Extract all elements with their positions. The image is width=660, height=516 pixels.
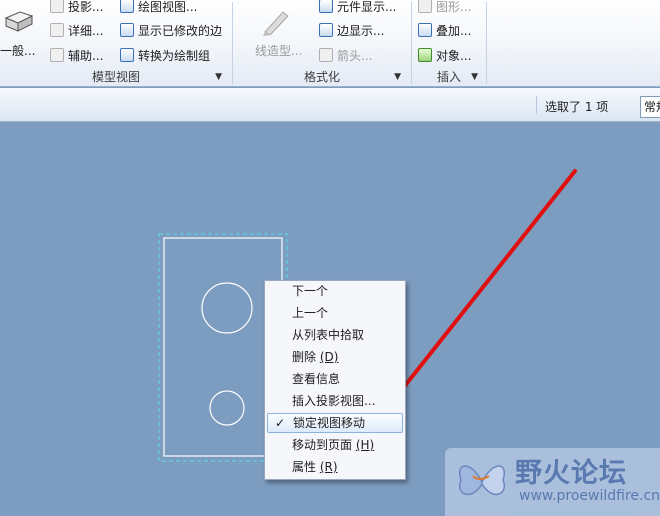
arrows-label: 箭头... bbox=[337, 49, 373, 63]
menu-item-shortcut: (D) bbox=[319, 350, 339, 364]
convert-draw-group-label: 转换为绘制组 bbox=[138, 49, 211, 63]
selection-count: 选取了 1 项 bbox=[545, 100, 609, 114]
edge-display-label: 边显示... bbox=[337, 24, 385, 38]
menu-item-info[interactable]: 查看信息 bbox=[267, 369, 403, 389]
element-display-label: 元件显示... bbox=[337, 0, 397, 14]
hole-circle-small[interactable] bbox=[209, 390, 245, 426]
menu-item-label: 下一个 bbox=[292, 284, 329, 298]
element-display-button[interactable]: 元件显示... bbox=[319, 0, 396, 16]
menu-item-shortcut: (R) bbox=[319, 460, 338, 474]
overlay-label: 叠加... bbox=[436, 24, 472, 38]
drawing-view-button[interactable]: 绘图视图... bbox=[120, 0, 197, 16]
menu-item-label: 锁定视图移动 bbox=[293, 416, 366, 430]
red-arrow-shaft bbox=[390, 169, 577, 404]
object-label: 对象... bbox=[436, 49, 472, 63]
group-model-views: 一般... 投影... 详细... 辅助... 绘图视图... 显示已修改的边 … bbox=[0, 0, 232, 87]
format-footer: 格式化 ▼ bbox=[233, 68, 411, 86]
line-style-icon bbox=[259, 6, 293, 38]
group-divider bbox=[486, 2, 487, 84]
menu-item-next[interactable]: 下一个 bbox=[267, 281, 403, 301]
graphics-button[interactable]: 图形... bbox=[418, 0, 471, 16]
menu-item-move-to-sheet[interactable]: 移动到页面 (H) bbox=[267, 435, 403, 455]
convert-draw-group-icon bbox=[120, 48, 134, 62]
line-style-button[interactable]: 线造型... bbox=[255, 42, 302, 60]
show-modified-edges-icon bbox=[120, 23, 134, 37]
show-modified-edges-label: 显示已修改的边 bbox=[138, 24, 223, 38]
menu-item-label: 属性 bbox=[292, 460, 317, 474]
model-views-footer: 模型视图 ▼ bbox=[0, 68, 232, 86]
detail-icon bbox=[50, 23, 64, 37]
butterfly-logo-icon bbox=[458, 465, 506, 496]
group-format: 线造型... 元件显示... 边显示... 箭头... 格式化 ▼ bbox=[233, 0, 411, 87]
object-button[interactable]: 对象... bbox=[418, 47, 471, 65]
element-display-icon bbox=[319, 0, 333, 13]
graphics-icon bbox=[418, 0, 432, 13]
arrows-button[interactable]: 箭头... bbox=[319, 47, 372, 65]
convert-draw-group-button[interactable]: 转换为绘制组 bbox=[120, 47, 210, 65]
selection-filter-dropdown[interactable]: 常规 bbox=[640, 96, 660, 118]
general-view-icon bbox=[2, 4, 34, 34]
insert-launcher-icon[interactable]: ▼ bbox=[471, 68, 478, 86]
overlay-icon bbox=[418, 23, 432, 37]
forum-watermark: 野火论坛 www.proewildfire.cn bbox=[445, 448, 660, 516]
menu-item-delete[interactable]: 删除 (D) bbox=[267, 347, 403, 367]
status-divider bbox=[536, 96, 537, 114]
object-icon bbox=[418, 48, 432, 62]
insert-footer: 插入 ▼ bbox=[412, 68, 486, 86]
menu-item-properties[interactable]: 属性 (R) bbox=[267, 457, 403, 477]
watermark-title: 野火论坛 bbox=[515, 458, 627, 489]
ribbon: 一般... 投影... 详细... 辅助... 绘图视图... 显示已修改的边 … bbox=[0, 0, 660, 87]
menu-item-pick-from-list[interactable]: 从列表中拾取 bbox=[267, 325, 403, 345]
graphics-label: 图形... bbox=[436, 0, 472, 14]
menu-item-label: 删除 bbox=[292, 350, 317, 364]
drawing-view-icon bbox=[120, 0, 134, 13]
detail-label: 详细... bbox=[68, 24, 104, 38]
format-launcher-icon[interactable]: ▼ bbox=[394, 68, 401, 86]
projection-icon bbox=[50, 0, 64, 13]
menu-item-lock-view-movement[interactable]: ✓ 锁定视图移动 bbox=[267, 413, 403, 433]
selection-status-bar: 选取了 1 项 bbox=[0, 88, 660, 122]
auxiliary-label: 辅助... bbox=[68, 49, 104, 63]
model-views-launcher-icon[interactable]: ▼ bbox=[215, 68, 222, 86]
model-views-title: 模型视图 bbox=[91, 70, 140, 84]
detail-button[interactable]: 详细... bbox=[50, 22, 103, 40]
edge-display-button[interactable]: 边显示... bbox=[319, 22, 384, 40]
menu-item-insert-projection[interactable]: 插入投影视图... bbox=[267, 391, 403, 411]
auxiliary-icon bbox=[50, 48, 64, 62]
projection-label: 投影... bbox=[68, 0, 104, 14]
insert-title: 插入 bbox=[436, 70, 461, 84]
overlay-button[interactable]: 叠加... bbox=[418, 22, 471, 40]
projection-button[interactable]: 投影... bbox=[50, 0, 103, 16]
hole-circle-large[interactable] bbox=[201, 282, 253, 334]
checkmark-icon: ✓ bbox=[275, 416, 286, 430]
menu-item-label: 上一个 bbox=[292, 306, 329, 320]
context-menu: 下一个 上一个 从列表中拾取 删除 (D) 查看信息 插入投影视图... ✓ 锁… bbox=[264, 280, 406, 480]
drawing-view-label: 绘图视图... bbox=[138, 0, 198, 14]
menu-item-shortcut: (H) bbox=[355, 438, 375, 452]
arrows-icon bbox=[319, 48, 333, 62]
menu-item-label: 查看信息 bbox=[292, 372, 341, 386]
general-view-button[interactable]: 一般... bbox=[0, 42, 35, 60]
auxiliary-button[interactable]: 辅助... bbox=[50, 47, 103, 65]
menu-item-label: 从列表中拾取 bbox=[292, 328, 365, 342]
format-title: 格式化 bbox=[303, 70, 340, 84]
menu-item-label: 插入投影视图... bbox=[292, 394, 376, 408]
general-view-label: 一般... bbox=[0, 44, 36, 58]
line-style-label: 线造型... bbox=[255, 44, 303, 58]
edge-display-icon bbox=[319, 23, 333, 37]
watermark-url: www.proewildfire.cn bbox=[519, 488, 660, 504]
menu-item-label: 移动到页面 bbox=[292, 438, 353, 452]
menu-item-previous[interactable]: 上一个 bbox=[267, 303, 403, 323]
show-modified-edges-button[interactable]: 显示已修改的边 bbox=[120, 22, 222, 40]
group-insert: 图形... 叠加... 对象... 插入 ▼ bbox=[412, 0, 486, 87]
